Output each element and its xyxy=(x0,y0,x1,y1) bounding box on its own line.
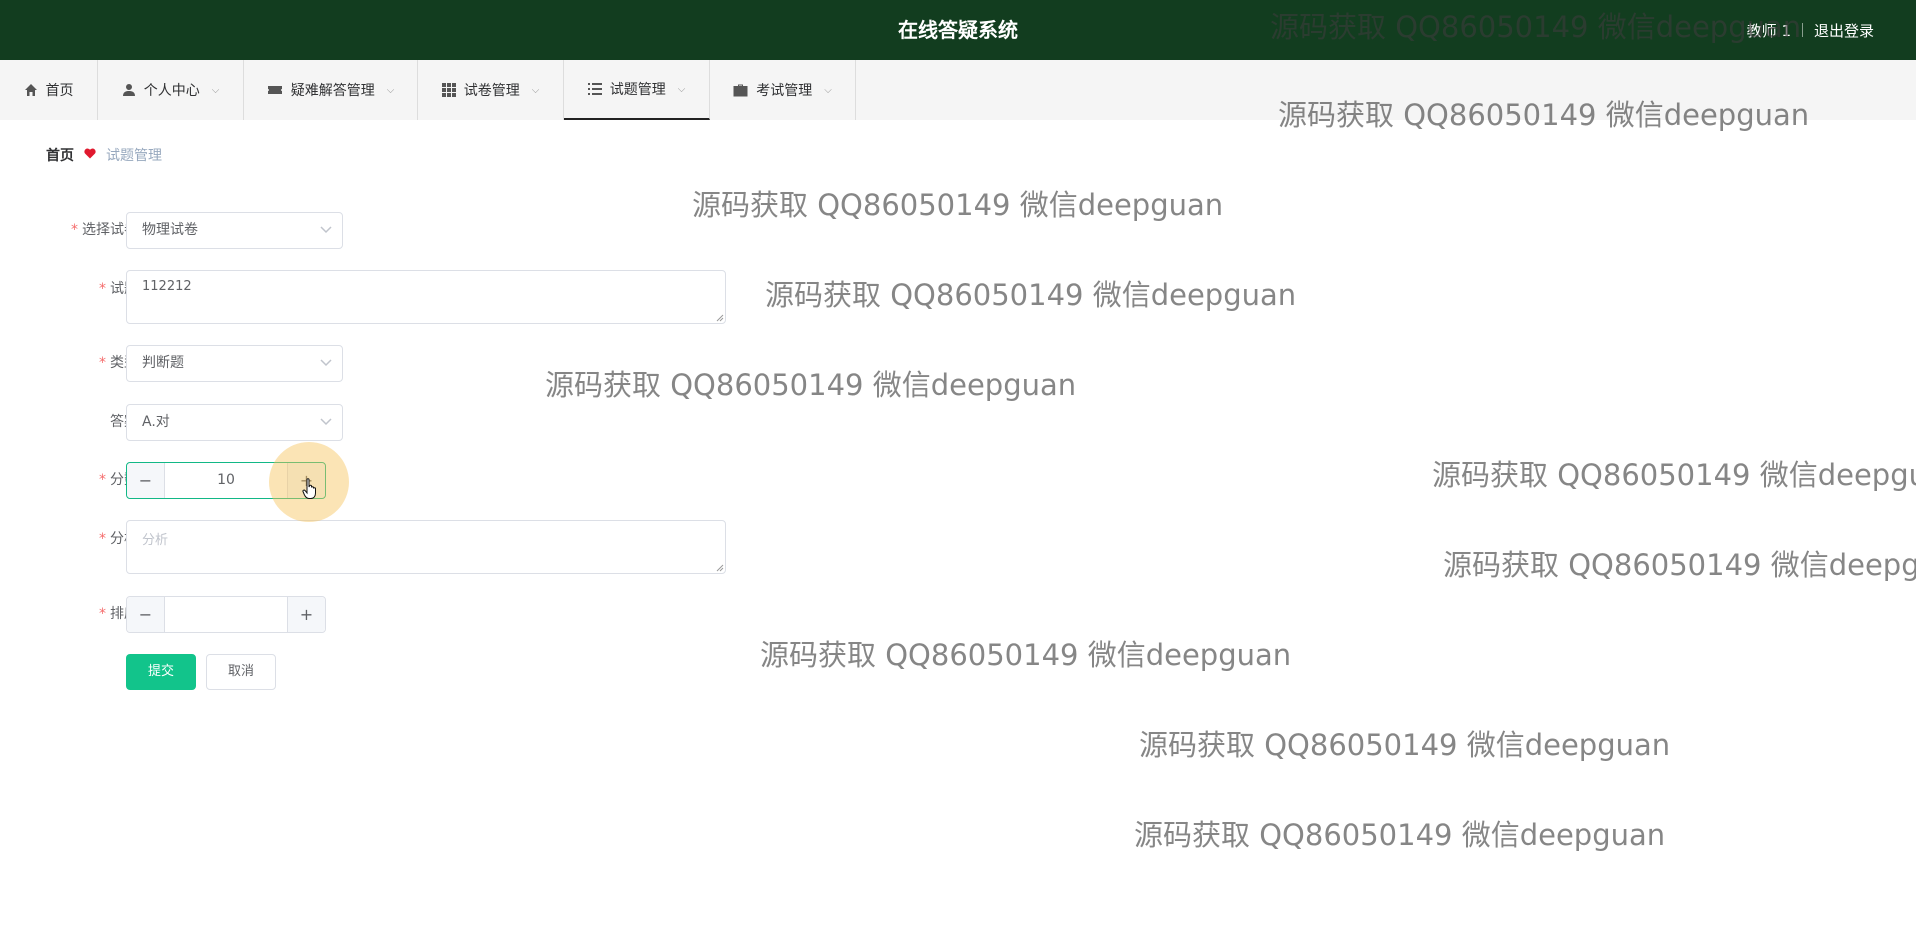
form-row-analysis: * 分析 分析 xyxy=(24,520,784,574)
hand-cursor-icon xyxy=(302,478,316,499)
ticket-icon xyxy=(267,86,282,94)
user-name: 教师 1 xyxy=(1746,21,1791,40)
logout-link[interactable]: 退出登录 xyxy=(1814,20,1874,41)
textarea-placeholder: 分析 xyxy=(142,533,169,548)
required-mark: * xyxy=(71,222,78,238)
nav-item-exams[interactable]: 考试管理 ⌵ xyxy=(710,60,856,120)
required-mark: * xyxy=(99,355,106,371)
heart-icon xyxy=(84,147,96,163)
required-mark: * xyxy=(99,472,106,488)
breadcrumb: 首页 试题管理 xyxy=(24,131,1892,179)
nav-label: 疑难解答管理 xyxy=(290,83,375,99)
decrement-button[interactable]: − xyxy=(127,597,165,632)
textarea-value: 112212 xyxy=(142,279,192,294)
app-title: 在线答疑系统 xyxy=(898,18,1018,42)
nav-item-papers[interactable]: 试卷管理 ⌵ xyxy=(418,60,564,120)
form-row-question: * 试题 112212 xyxy=(24,270,784,324)
form-row-score: *分数 − 10 + xyxy=(24,462,784,499)
nav-label: 个人中心 xyxy=(143,83,200,99)
chevron-down-icon: ⌵ xyxy=(824,84,832,96)
resize-handle-icon[interactable] xyxy=(716,314,724,322)
cancel-button[interactable]: 取消 xyxy=(206,654,276,690)
answer-select[interactable]: A.对 xyxy=(126,404,343,441)
paper-select[interactable]: 物理试卷 xyxy=(126,212,343,249)
select-value: A.对 xyxy=(142,414,170,430)
order-stepper[interactable]: − + xyxy=(126,596,326,633)
user-area: 教师 1 退出登录 xyxy=(1747,0,1874,60)
chevron-down-icon: ⌵ xyxy=(386,84,395,96)
chevron-down-icon xyxy=(320,359,332,367)
field-label: * 分析 xyxy=(24,528,138,548)
main-nav: 首页 个人中心 ⌵ 疑难解答管理 ⌵ 试卷管理 ⌵ 试题管理 ⌵ 考试管理 ⌵ xyxy=(0,60,1916,120)
divider xyxy=(1801,23,1803,37)
nav-label: 考试管理 xyxy=(756,83,813,99)
nav-item-questions[interactable]: 试题管理 ⌵ xyxy=(564,60,710,120)
form-row-order: * 排序 − + xyxy=(24,596,784,633)
nav-label: 试题管理 xyxy=(609,82,666,98)
nav-label: 首页 xyxy=(45,83,74,99)
chevron-down-icon: ⌵ xyxy=(677,83,686,95)
select-value: 物理试卷 xyxy=(142,222,198,238)
nav-item-profile[interactable]: 个人中心 ⌵ xyxy=(98,60,244,120)
increment-button[interactable]: + xyxy=(287,597,325,632)
question-textarea[interactable]: 112212 xyxy=(126,270,726,324)
field-label: * 类型 xyxy=(24,345,138,382)
type-select[interactable]: 判断题 xyxy=(126,345,343,382)
field-label: 答案 xyxy=(24,404,138,441)
analysis-textarea[interactable]: 分析 xyxy=(126,520,726,574)
briefcase-icon xyxy=(733,84,748,96)
stepper-value[interactable] xyxy=(165,597,287,632)
breadcrumb-home[interactable]: 首页 xyxy=(46,145,74,165)
field-label: * 试题 xyxy=(24,278,138,298)
watermark: 源码获取 QQ86050149 微信deepguan xyxy=(1134,818,1666,852)
form-row-type: * 类型 判断题 xyxy=(24,345,784,382)
field-label: * 分数 xyxy=(24,462,138,499)
required-mark: * xyxy=(99,606,106,622)
nav-label: 试卷管理 xyxy=(463,83,520,99)
required-mark: * xyxy=(99,531,106,547)
breadcrumb-current: 试题管理 xyxy=(106,148,162,164)
list-icon xyxy=(587,83,602,95)
submit-button[interactable]: 提交 xyxy=(126,654,196,690)
chevron-down-icon: ⌵ xyxy=(531,84,540,96)
form-row-paper: * 选择试卷 物理试卷 xyxy=(24,212,784,249)
field-label: * 选择试卷 xyxy=(24,212,138,249)
nav-item-qa[interactable]: 疑难解答管理 ⌵ xyxy=(244,60,418,120)
nav-item-home[interactable]: 首页 xyxy=(0,60,98,120)
field-label: * 排序 xyxy=(24,596,138,633)
chevron-down-icon xyxy=(320,418,332,426)
form-row-answer: 答案 A.对 xyxy=(24,404,784,441)
chevron-down-icon xyxy=(320,226,332,234)
required-mark: * xyxy=(99,281,106,297)
grid-icon xyxy=(441,83,456,97)
select-value: 判断题 xyxy=(142,355,184,371)
chevron-down-icon: ⌵ xyxy=(211,84,220,96)
resize-handle-icon[interactable] xyxy=(716,564,724,572)
top-bar: 在线答疑系统 教师 1 退出登录 xyxy=(0,0,1916,60)
decrement-button[interactable]: − xyxy=(127,463,165,498)
user-icon xyxy=(122,84,135,96)
home-icon xyxy=(24,84,37,96)
